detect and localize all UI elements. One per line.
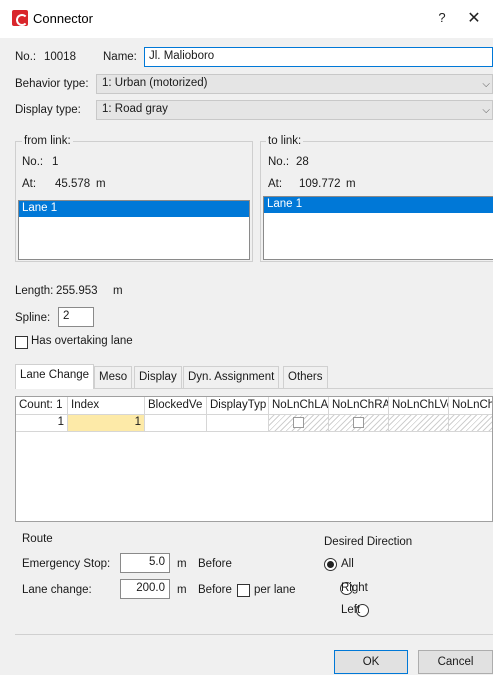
no-value: 10018 — [44, 51, 76, 63]
cell-checkbox[interactable] — [353, 417, 364, 428]
chevron-down-icon: ⌵ — [482, 79, 490, 90]
desired-direction-legend: Desired Direction — [324, 536, 413, 548]
from-lane-item[interactable]: Lane 1 — [19, 201, 249, 217]
lane-change-table[interactable]: Count: 1 Index BlockedVe DisplayTyp NoLn… — [15, 396, 493, 522]
tab-lane-change[interactable]: Lane Change — [15, 364, 95, 389]
behavior-type-value: 1: Urban (motorized) — [102, 77, 208, 89]
to-link-legend: to link: — [266, 135, 304, 147]
chevron-down-icon: ⌵ — [482, 105, 490, 116]
overtaking-checkbox[interactable] — [15, 336, 28, 349]
tab-dyn-assignment[interactable]: Dyn. Assignment — [183, 366, 280, 388]
lane-change-input[interactable]: 200.0 — [120, 579, 170, 599]
cell-display-type[interactable] — [207, 415, 269, 432]
spline-label: Spline: — [15, 312, 51, 324]
to-at-unit: m — [346, 178, 356, 190]
to-no-label: No.: — [268, 156, 290, 168]
count-header: Count: 1 — [16, 397, 68, 415]
column-header-index[interactable]: Index — [68, 397, 145, 415]
from-lane-list[interactable]: Lane 1 — [18, 200, 250, 260]
direction-left-label: Left — [341, 604, 361, 616]
column-header-nolnchra[interactable]: NoLnChRA — [329, 397, 389, 415]
to-lane-list[interactable]: Lane 1 — [263, 196, 493, 260]
column-header-nolnchrv[interactable]: NoLnChRV — [449, 397, 492, 415]
from-at-value: 45.578 — [55, 178, 91, 190]
behavior-type-label: Behavior type: — [15, 78, 89, 90]
window-title: Connector — [33, 11, 93, 26]
to-no-value: 28 — [296, 156, 309, 168]
connector-app-icon — [12, 10, 28, 26]
lane-change-unit: m — [177, 584, 187, 596]
cell-checkbox[interactable] — [293, 417, 304, 428]
from-no-value: 1 — [52, 156, 59, 168]
from-at-label: At: — [22, 178, 37, 190]
length-unit: m — [113, 285, 123, 297]
tab-display[interactable]: Display — [134, 366, 182, 388]
emergency-stop-suffix: Before — [198, 558, 232, 570]
column-header-nolnchlve[interactable]: NoLnChLVe — [389, 397, 449, 415]
emergency-stop-input[interactable]: 5.0 — [120, 553, 170, 573]
behavior-type-select[interactable]: 1: Urban (motorized) ⌵ — [96, 74, 493, 94]
spline-input[interactable]: 2 — [58, 307, 94, 327]
display-type-select[interactable]: 1: Road gray ⌵ — [96, 100, 493, 120]
emergency-stop-label: Emergency Stop: — [22, 558, 111, 570]
help-button[interactable]: ? — [432, 10, 452, 25]
no-label: No.: — [15, 51, 37, 63]
close-icon[interactable]: ✕ — [464, 8, 484, 28]
cell-nolnchra[interactable] — [329, 415, 389, 432]
per-lane-checkbox[interactable] — [237, 584, 250, 597]
ok-button[interactable]: OK — [334, 650, 408, 674]
from-at-unit: m — [96, 178, 106, 190]
from-no-label: No.: — [22, 156, 44, 168]
name-input[interactable]: Jl. Malioboro — [144, 47, 493, 67]
length-value: 255.953 — [56, 285, 98, 297]
column-header-display-type[interactable]: DisplayTyp — [207, 397, 269, 415]
to-lane-item[interactable]: Lane 1 — [264, 197, 493, 213]
to-at-value: 109.772 — [299, 178, 341, 190]
length-label: Length: — [15, 285, 54, 297]
direction-all-radio[interactable] — [324, 558, 337, 571]
cancel-button[interactable]: Cancel — [418, 650, 493, 674]
display-type-label: Display type: — [15, 104, 81, 116]
to-at-label: At: — [268, 178, 283, 190]
lane-change-label: Lane change: — [22, 584, 92, 596]
per-lane-label: per lane — [254, 584, 296, 596]
row-number: 1 — [16, 415, 68, 432]
display-type-value: 1: Road gray — [102, 103, 168, 115]
column-header-blocked[interactable]: BlockedVe — [145, 397, 207, 415]
column-header-nolnchla[interactable]: NoLnChLA — [269, 397, 329, 415]
lane-change-suffix: Before — [198, 584, 232, 596]
route-legend: Route — [22, 533, 53, 545]
name-label: Name: — [103, 51, 137, 63]
cell-nolnchrv — [449, 415, 492, 432]
tab-others[interactable]: Others — [283, 366, 328, 388]
cell-nolnchla[interactable] — [269, 415, 329, 432]
emergency-stop-unit: m — [177, 558, 187, 570]
overtaking-label: Has overtaking lane — [31, 335, 133, 347]
tab-meso[interactable]: Meso — [94, 366, 133, 388]
from-link-legend: from link: — [22, 135, 73, 147]
direction-right-label: Right — [341, 582, 368, 594]
direction-all-label: All — [341, 558, 354, 570]
cell-index[interactable]: 1 — [68, 415, 145, 432]
cell-nolnchlve — [389, 415, 449, 432]
cell-blocked[interactable] — [145, 415, 207, 432]
button-divider — [15, 634, 493, 635]
